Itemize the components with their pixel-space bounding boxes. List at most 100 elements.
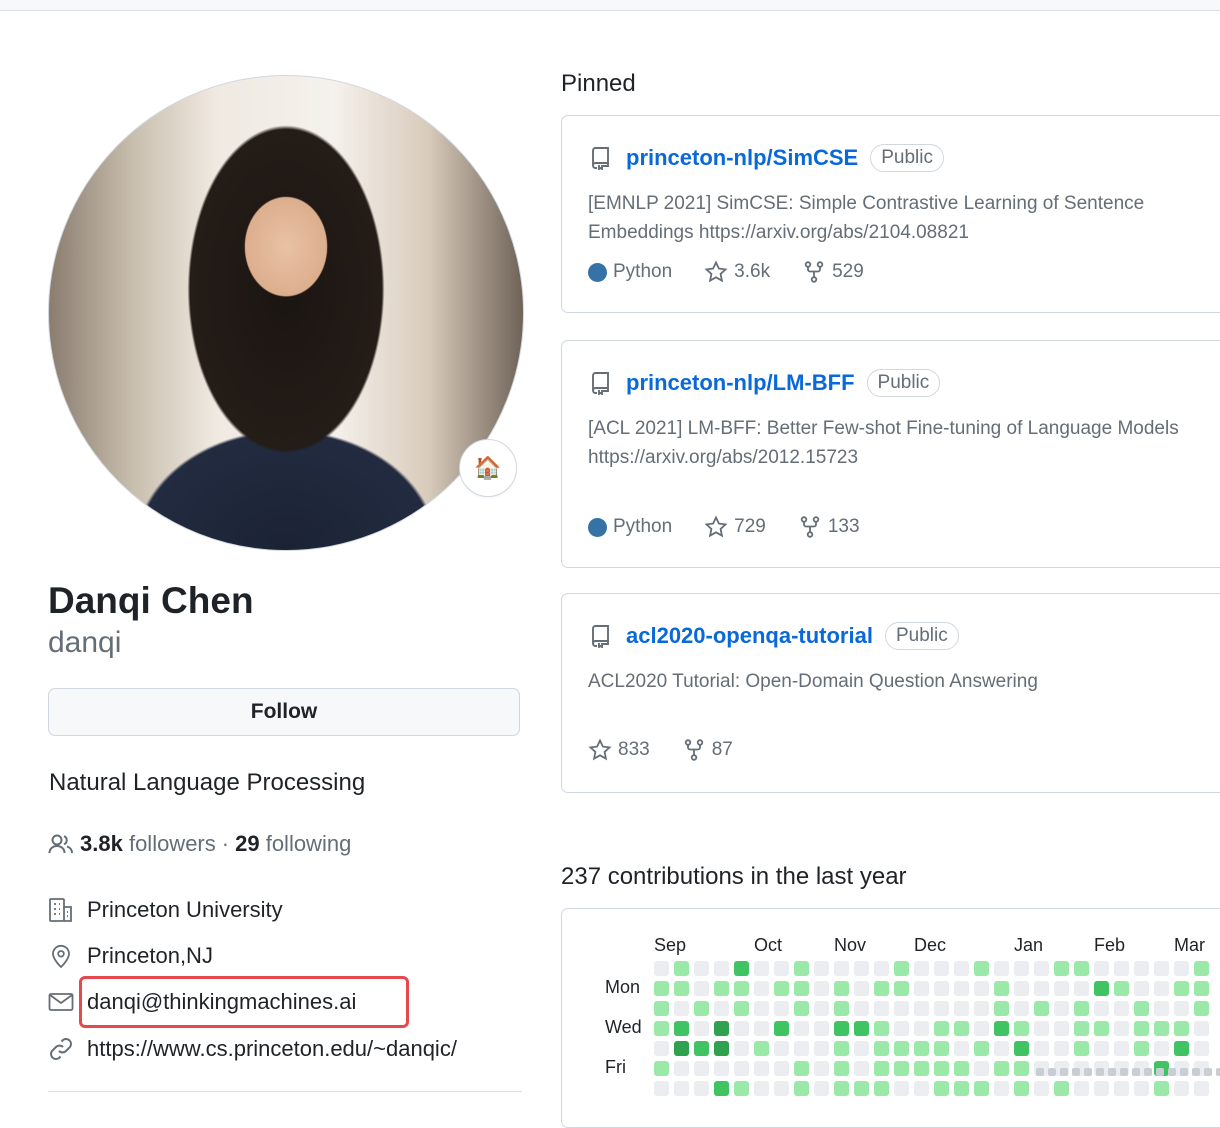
repo-name-link[interactable]: princeton-nlp/LM-BFF: [626, 370, 855, 396]
contribution-day-cell[interactable]: [654, 1001, 669, 1016]
contribution-day-cell[interactable]: [694, 961, 709, 976]
contribution-day-cell[interactable]: [674, 961, 689, 976]
contribution-day-cell[interactable]: [694, 1061, 709, 1076]
contribution-day-cell[interactable]: [814, 1081, 829, 1096]
contribution-day-cell[interactable]: [894, 981, 909, 996]
website-link[interactable]: https://www.cs.princeton.edu/~danqic/: [87, 1036, 457, 1062]
contribution-day-cell[interactable]: [794, 1001, 809, 1016]
contribution-day-cell[interactable]: [1194, 961, 1209, 976]
contribution-day-cell[interactable]: [914, 1021, 929, 1036]
contribution-day-cell[interactable]: [754, 1061, 769, 1076]
contribution-day-cell[interactable]: [954, 961, 969, 976]
contribution-day-cell[interactable]: [814, 1061, 829, 1076]
contribution-day-cell[interactable]: [994, 981, 1009, 996]
contribution-day-cell[interactable]: [714, 1001, 729, 1016]
contribution-day-cell[interactable]: [1094, 1021, 1109, 1036]
contribution-day-cell[interactable]: [794, 1081, 809, 1096]
contribution-day-cell[interactable]: [914, 1061, 929, 1076]
contribution-day-cell[interactable]: [894, 1021, 909, 1036]
contribution-day-cell[interactable]: [694, 1021, 709, 1036]
contribution-day-cell[interactable]: [1094, 1001, 1109, 1016]
contribution-day-cell[interactable]: [654, 961, 669, 976]
contribution-day-cell[interactable]: [774, 1061, 789, 1076]
contribution-day-cell[interactable]: [974, 1081, 989, 1096]
contribution-day-cell[interactable]: [774, 1041, 789, 1056]
contribution-day-cell[interactable]: [814, 961, 829, 976]
contribution-day-cell[interactable]: [934, 1061, 949, 1076]
contribution-day-cell[interactable]: [674, 981, 689, 996]
contribution-day-cell[interactable]: [754, 1021, 769, 1036]
contribution-day-cell[interactable]: [934, 981, 949, 996]
contribution-day-cell[interactable]: [854, 1001, 869, 1016]
contribution-day-cell[interactable]: [1014, 1041, 1029, 1056]
contribution-day-cell[interactable]: [1114, 1041, 1129, 1056]
contribution-day-cell[interactable]: [674, 1061, 689, 1076]
followers-link[interactable]: 3.8k followers: [80, 830, 216, 858]
contribution-day-cell[interactable]: [654, 981, 669, 996]
contribution-day-cell[interactable]: [1034, 1001, 1049, 1016]
contribution-day-cell[interactable]: [1034, 981, 1049, 996]
contribution-day-cell[interactable]: [854, 1081, 869, 1096]
contribution-day-cell[interactable]: [714, 1021, 729, 1036]
contribution-day-cell[interactable]: [1014, 1001, 1029, 1016]
contribution-day-cell[interactable]: [834, 981, 849, 996]
contribution-day-cell[interactable]: [1194, 1041, 1209, 1056]
contribution-day-cell[interactable]: [894, 1081, 909, 1096]
contribution-day-cell[interactable]: [674, 1041, 689, 1056]
contribution-day-cell[interactable]: [954, 1061, 969, 1076]
contribution-day-cell[interactable]: [1094, 1081, 1109, 1096]
contribution-day-cell[interactable]: [974, 981, 989, 996]
contribution-day-cell[interactable]: [874, 1081, 889, 1096]
contribution-day-cell[interactable]: [774, 1021, 789, 1036]
contribution-day-cell[interactable]: [1014, 961, 1029, 976]
contribution-day-cell[interactable]: [1054, 981, 1069, 996]
contribution-day-cell[interactable]: [794, 1041, 809, 1056]
contribution-day-cell[interactable]: [1054, 1081, 1069, 1096]
contribution-day-cell[interactable]: [994, 1081, 1009, 1096]
contribution-day-cell[interactable]: [1094, 1041, 1109, 1056]
contribution-day-cell[interactable]: [794, 1061, 809, 1076]
contribution-day-cell[interactable]: [974, 961, 989, 976]
contribution-day-cell[interactable]: [1154, 1081, 1169, 1096]
contribution-day-cell[interactable]: [714, 961, 729, 976]
contribution-day-cell[interactable]: [1074, 1041, 1089, 1056]
contribution-day-cell[interactable]: [774, 1001, 789, 1016]
contribution-day-cell[interactable]: [714, 1041, 729, 1056]
contribution-day-cell[interactable]: [674, 1001, 689, 1016]
contribution-day-cell[interactable]: [754, 961, 769, 976]
contribution-day-cell[interactable]: [954, 981, 969, 996]
contribution-day-cell[interactable]: [1194, 1021, 1209, 1036]
contribution-day-cell[interactable]: [1114, 961, 1129, 976]
contribution-day-cell[interactable]: [1174, 1041, 1189, 1056]
contribution-day-cell[interactable]: [934, 961, 949, 976]
contribution-day-cell[interactable]: [1034, 1021, 1049, 1036]
contribution-day-cell[interactable]: [694, 1041, 709, 1056]
contribution-day-cell[interactable]: [1174, 961, 1189, 976]
contribution-day-cell[interactable]: [794, 1021, 809, 1036]
contribution-day-cell[interactable]: [1074, 1081, 1089, 1096]
horizontal-scroll-indicator[interactable]: [1036, 1068, 1220, 1076]
contribution-day-cell[interactable]: [1014, 981, 1029, 996]
contribution-day-cell[interactable]: [1114, 981, 1129, 996]
contribution-day-cell[interactable]: [654, 1041, 669, 1056]
contribution-day-cell[interactable]: [734, 1081, 749, 1096]
contribution-day-cell[interactable]: [654, 1061, 669, 1076]
status-emoji-button[interactable]: 🏠: [459, 439, 517, 497]
contribution-day-cell[interactable]: [734, 981, 749, 996]
contribution-day-cell[interactable]: [854, 1061, 869, 1076]
contribution-day-cell[interactable]: [714, 981, 729, 996]
contribution-day-cell[interactable]: [1154, 961, 1169, 976]
contribution-day-cell[interactable]: [994, 1041, 1009, 1056]
contribution-day-cell[interactable]: [994, 1021, 1009, 1036]
contribution-day-cell[interactable]: [914, 981, 929, 996]
contribution-day-cell[interactable]: [1054, 1041, 1069, 1056]
contribution-day-cell[interactable]: [874, 1041, 889, 1056]
contribution-day-cell[interactable]: [1134, 981, 1149, 996]
contribution-day-cell[interactable]: [834, 1081, 849, 1096]
contribution-day-cell[interactable]: [894, 961, 909, 976]
contribution-day-cell[interactable]: [1134, 961, 1149, 976]
contribution-day-cell[interactable]: [934, 1021, 949, 1036]
contribution-day-cell[interactable]: [1114, 1001, 1129, 1016]
follow-button[interactable]: Follow: [48, 688, 520, 736]
contribution-day-cell[interactable]: [1134, 1001, 1149, 1016]
